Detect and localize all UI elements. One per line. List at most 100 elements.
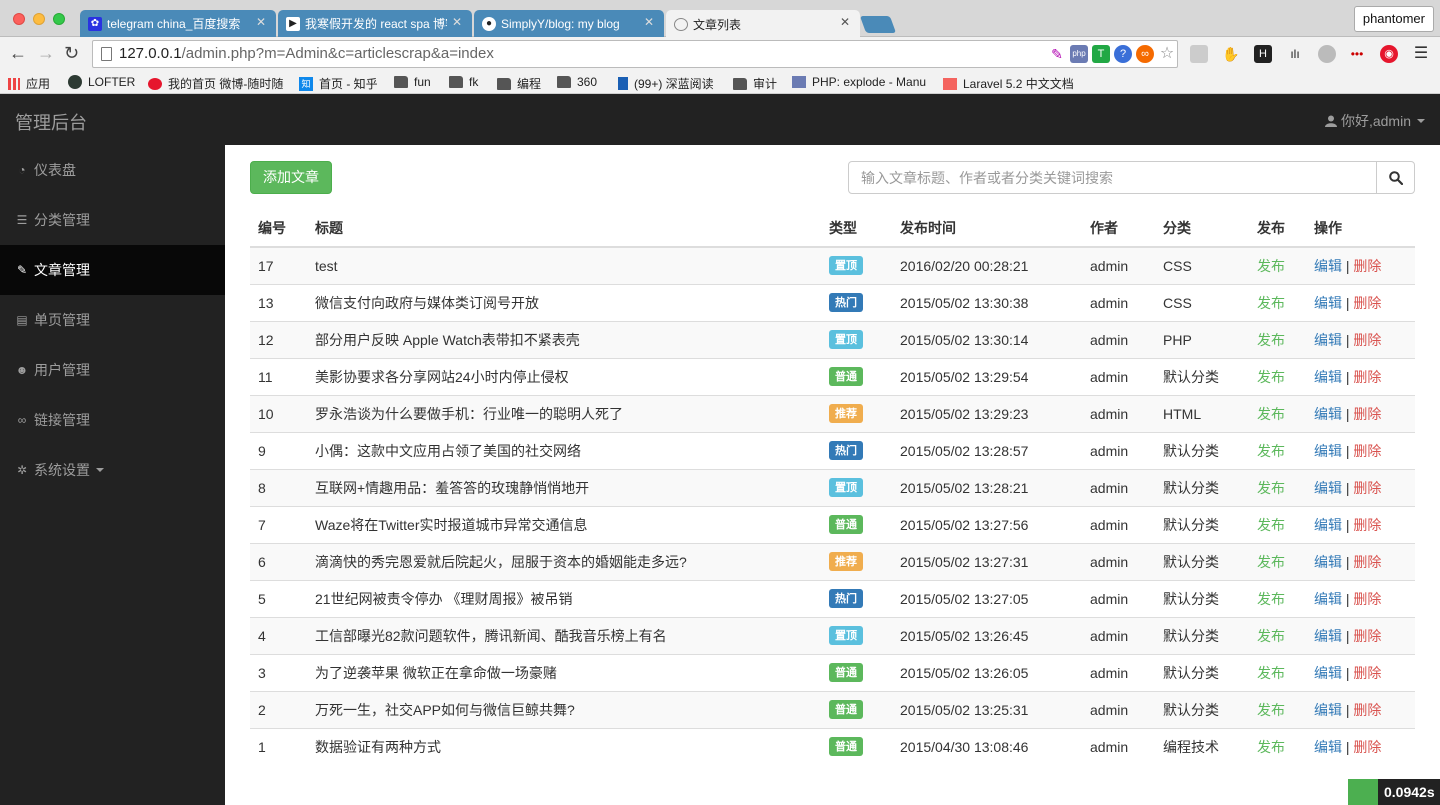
edit-link[interactable]: 编辑 bbox=[1314, 554, 1342, 570]
edit-link[interactable]: 编辑 bbox=[1314, 295, 1342, 311]
browser-tab-active[interactable]: 文章列表 ✕ bbox=[666, 10, 860, 38]
menu-icon[interactable]: ☰ bbox=[1412, 45, 1430, 63]
publish-link[interactable]: 发布 bbox=[1257, 443, 1285, 459]
edit-link[interactable]: 编辑 bbox=[1314, 517, 1342, 533]
publish-link[interactable]: 发布 bbox=[1257, 665, 1285, 681]
publish-link[interactable]: 发布 bbox=[1257, 517, 1285, 533]
sidebar-item-articles[interactable]: ✎ 文章管理 bbox=[0, 245, 225, 295]
bookmark-item[interactable]: 知首页 - 知乎 bbox=[299, 75, 378, 92]
bookmark-folder[interactable]: fun bbox=[394, 75, 431, 89]
publish-link[interactable]: 发布 bbox=[1257, 591, 1285, 607]
sidebar-item-links[interactable]: ∞ 链接管理 bbox=[0, 395, 225, 445]
publish-link[interactable]: 发布 bbox=[1257, 554, 1285, 570]
delete-link[interactable]: 删除 bbox=[1353, 258, 1381, 274]
publish-link[interactable]: 发布 bbox=[1257, 739, 1285, 755]
back-icon[interactable]: ← bbox=[9, 43, 27, 64]
php-extension-icon[interactable]: php bbox=[1070, 45, 1088, 63]
weibo-extension-icon[interactable]: ◉ bbox=[1380, 45, 1398, 63]
bookmark-item[interactable]: LOFTER bbox=[68, 75, 135, 89]
delete-link[interactable]: 删除 bbox=[1353, 554, 1381, 570]
close-tab-icon[interactable]: ✕ bbox=[644, 15, 654, 29]
bookmark-apps[interactable]: 应用 bbox=[8, 75, 50, 92]
minimize-window-icon[interactable] bbox=[33, 13, 45, 25]
edit-link[interactable]: 编辑 bbox=[1314, 332, 1342, 348]
publish-link[interactable]: 发布 bbox=[1257, 258, 1285, 274]
close-tab-icon[interactable]: ✕ bbox=[452, 15, 462, 29]
close-tab-icon[interactable]: ✕ bbox=[840, 15, 850, 29]
bookmark-folder[interactable]: 审计 bbox=[733, 75, 777, 92]
delete-link[interactable]: 删除 bbox=[1353, 332, 1381, 348]
star-icon[interactable]: ☆ bbox=[1158, 45, 1176, 63]
publish-link[interactable]: 发布 bbox=[1257, 480, 1285, 496]
user-menu[interactable]: 你好,admin bbox=[1324, 111, 1425, 131]
edit-link[interactable]: 编辑 bbox=[1314, 665, 1342, 681]
edit-link[interactable]: 编辑 bbox=[1314, 258, 1342, 274]
shield-extension-icon[interactable]: T bbox=[1092, 45, 1110, 63]
table-row: 17 test 置顶 2016/02/20 00:28:21 admin CSS 发布 编辑 … bbox=[250, 246, 1415, 284]
address-bar[interactable]: 127.0.0.1/admin.php?m=Admin&c=articlescr… bbox=[92, 40, 1178, 68]
edit-link[interactable]: 编辑 bbox=[1314, 406, 1342, 422]
bookmark-item[interactable]: PHP: explode - Manu bbox=[792, 75, 926, 89]
delete-link[interactable]: 删除 bbox=[1353, 702, 1381, 718]
h-extension-icon[interactable]: H bbox=[1254, 45, 1272, 63]
search-button[interactable] bbox=[1376, 161, 1415, 194]
edit-link[interactable]: 编辑 bbox=[1314, 702, 1342, 718]
search-input[interactable] bbox=[848, 161, 1377, 194]
delete-link[interactable]: 删除 bbox=[1353, 517, 1381, 533]
new-tab-button[interactable] bbox=[859, 16, 897, 33]
edit-link[interactable]: 编辑 bbox=[1314, 480, 1342, 496]
delete-link[interactable]: 删除 bbox=[1353, 480, 1381, 496]
publish-link[interactable]: 发布 bbox=[1257, 369, 1285, 385]
edit-link[interactable]: 编辑 bbox=[1314, 369, 1342, 385]
add-article-button[interactable]: 添加文章 bbox=[250, 161, 332, 194]
tag-extension-icon[interactable]: ✋ bbox=[1222, 45, 1240, 63]
edit-link[interactable]: 编辑 bbox=[1314, 591, 1342, 607]
sidebar-item-categories[interactable]: ☰ 分类管理 bbox=[0, 195, 225, 245]
brand-title[interactable]: 管理后台 bbox=[15, 109, 87, 135]
bookmark-folder[interactable]: 360 bbox=[557, 75, 597, 89]
browser-tab[interactable]: ● SimplyY/blog: my blog ✕ bbox=[474, 10, 664, 37]
bookmark-item[interactable]: Laravel 5.2 中文文档 bbox=[943, 75, 1074, 92]
debug-timer[interactable]: 0.0942s bbox=[1348, 779, 1440, 805]
bookmark-item[interactable]: 我的首页 微博-随时随 bbox=[148, 75, 283, 92]
delete-link[interactable]: 删除 bbox=[1353, 295, 1381, 311]
close-tab-icon[interactable]: ✕ bbox=[256, 15, 266, 29]
sidebar-item-dashboard[interactable]: ◔ 仪表盘 bbox=[0, 145, 225, 195]
bookmark-folder[interactable]: fk bbox=[449, 75, 478, 89]
publish-link[interactable]: 发布 bbox=[1257, 332, 1285, 348]
bookmark-folder[interactable]: 编程 bbox=[497, 75, 541, 92]
publish-link[interactable]: 发布 bbox=[1257, 406, 1285, 422]
extension-icon[interactable] bbox=[1190, 45, 1208, 63]
publish-link[interactable]: 发布 bbox=[1257, 628, 1285, 644]
circle-extension-icon[interactable] bbox=[1318, 45, 1336, 63]
help-extension-icon[interactable]: ? bbox=[1114, 45, 1132, 63]
publish-link[interactable]: 发布 bbox=[1257, 295, 1285, 311]
delete-link[interactable]: 删除 bbox=[1353, 591, 1381, 607]
profile-button[interactable]: phantomer bbox=[1353, 6, 1434, 32]
delete-link[interactable]: 删除 bbox=[1353, 739, 1381, 755]
sidebar-item-settings[interactable]: ✲ 系统设置 bbox=[0, 445, 225, 495]
edit-link[interactable]: 编辑 bbox=[1314, 739, 1342, 755]
publish-link[interactable]: 发布 bbox=[1257, 702, 1285, 718]
sidebar-item-pages[interactable]: ▤ 单页管理 bbox=[0, 295, 225, 345]
delete-link[interactable]: 删除 bbox=[1353, 369, 1381, 385]
forward-icon[interactable]: → bbox=[37, 43, 55, 64]
infinity-extension-icon[interactable]: ∞ bbox=[1136, 45, 1154, 63]
zoom-window-icon[interactable] bbox=[53, 13, 65, 25]
bookmark-item[interactable]: (99+) 深蓝阅读 bbox=[618, 75, 714, 92]
stats-extension-icon[interactable]: ılı bbox=[1286, 45, 1304, 63]
browser-tab[interactable]: ✿ telegram china_百度搜索 ✕ bbox=[80, 10, 276, 37]
edit-link[interactable]: 编辑 bbox=[1314, 443, 1342, 459]
delete-link[interactable]: 删除 bbox=[1353, 665, 1381, 681]
browser-tab[interactable]: ▶ 我寒假开发的 react spa 博客 ✕ bbox=[278, 10, 472, 37]
delete-link[interactable]: 删除 bbox=[1353, 443, 1381, 459]
dots-extension-icon[interactable]: ••• bbox=[1348, 45, 1366, 63]
edit-link[interactable]: 编辑 bbox=[1314, 628, 1342, 644]
action-separator: | bbox=[1345, 442, 1350, 459]
sidebar-item-users[interactable]: ☻ 用户管理 bbox=[0, 345, 225, 395]
delete-link[interactable]: 删除 bbox=[1353, 628, 1381, 644]
feather-extension-icon[interactable]: ✎ bbox=[1048, 45, 1066, 63]
reload-icon[interactable]: ↻ bbox=[64, 43, 79, 64]
close-window-icon[interactable] bbox=[13, 13, 25, 25]
delete-link[interactable]: 删除 bbox=[1353, 406, 1381, 422]
